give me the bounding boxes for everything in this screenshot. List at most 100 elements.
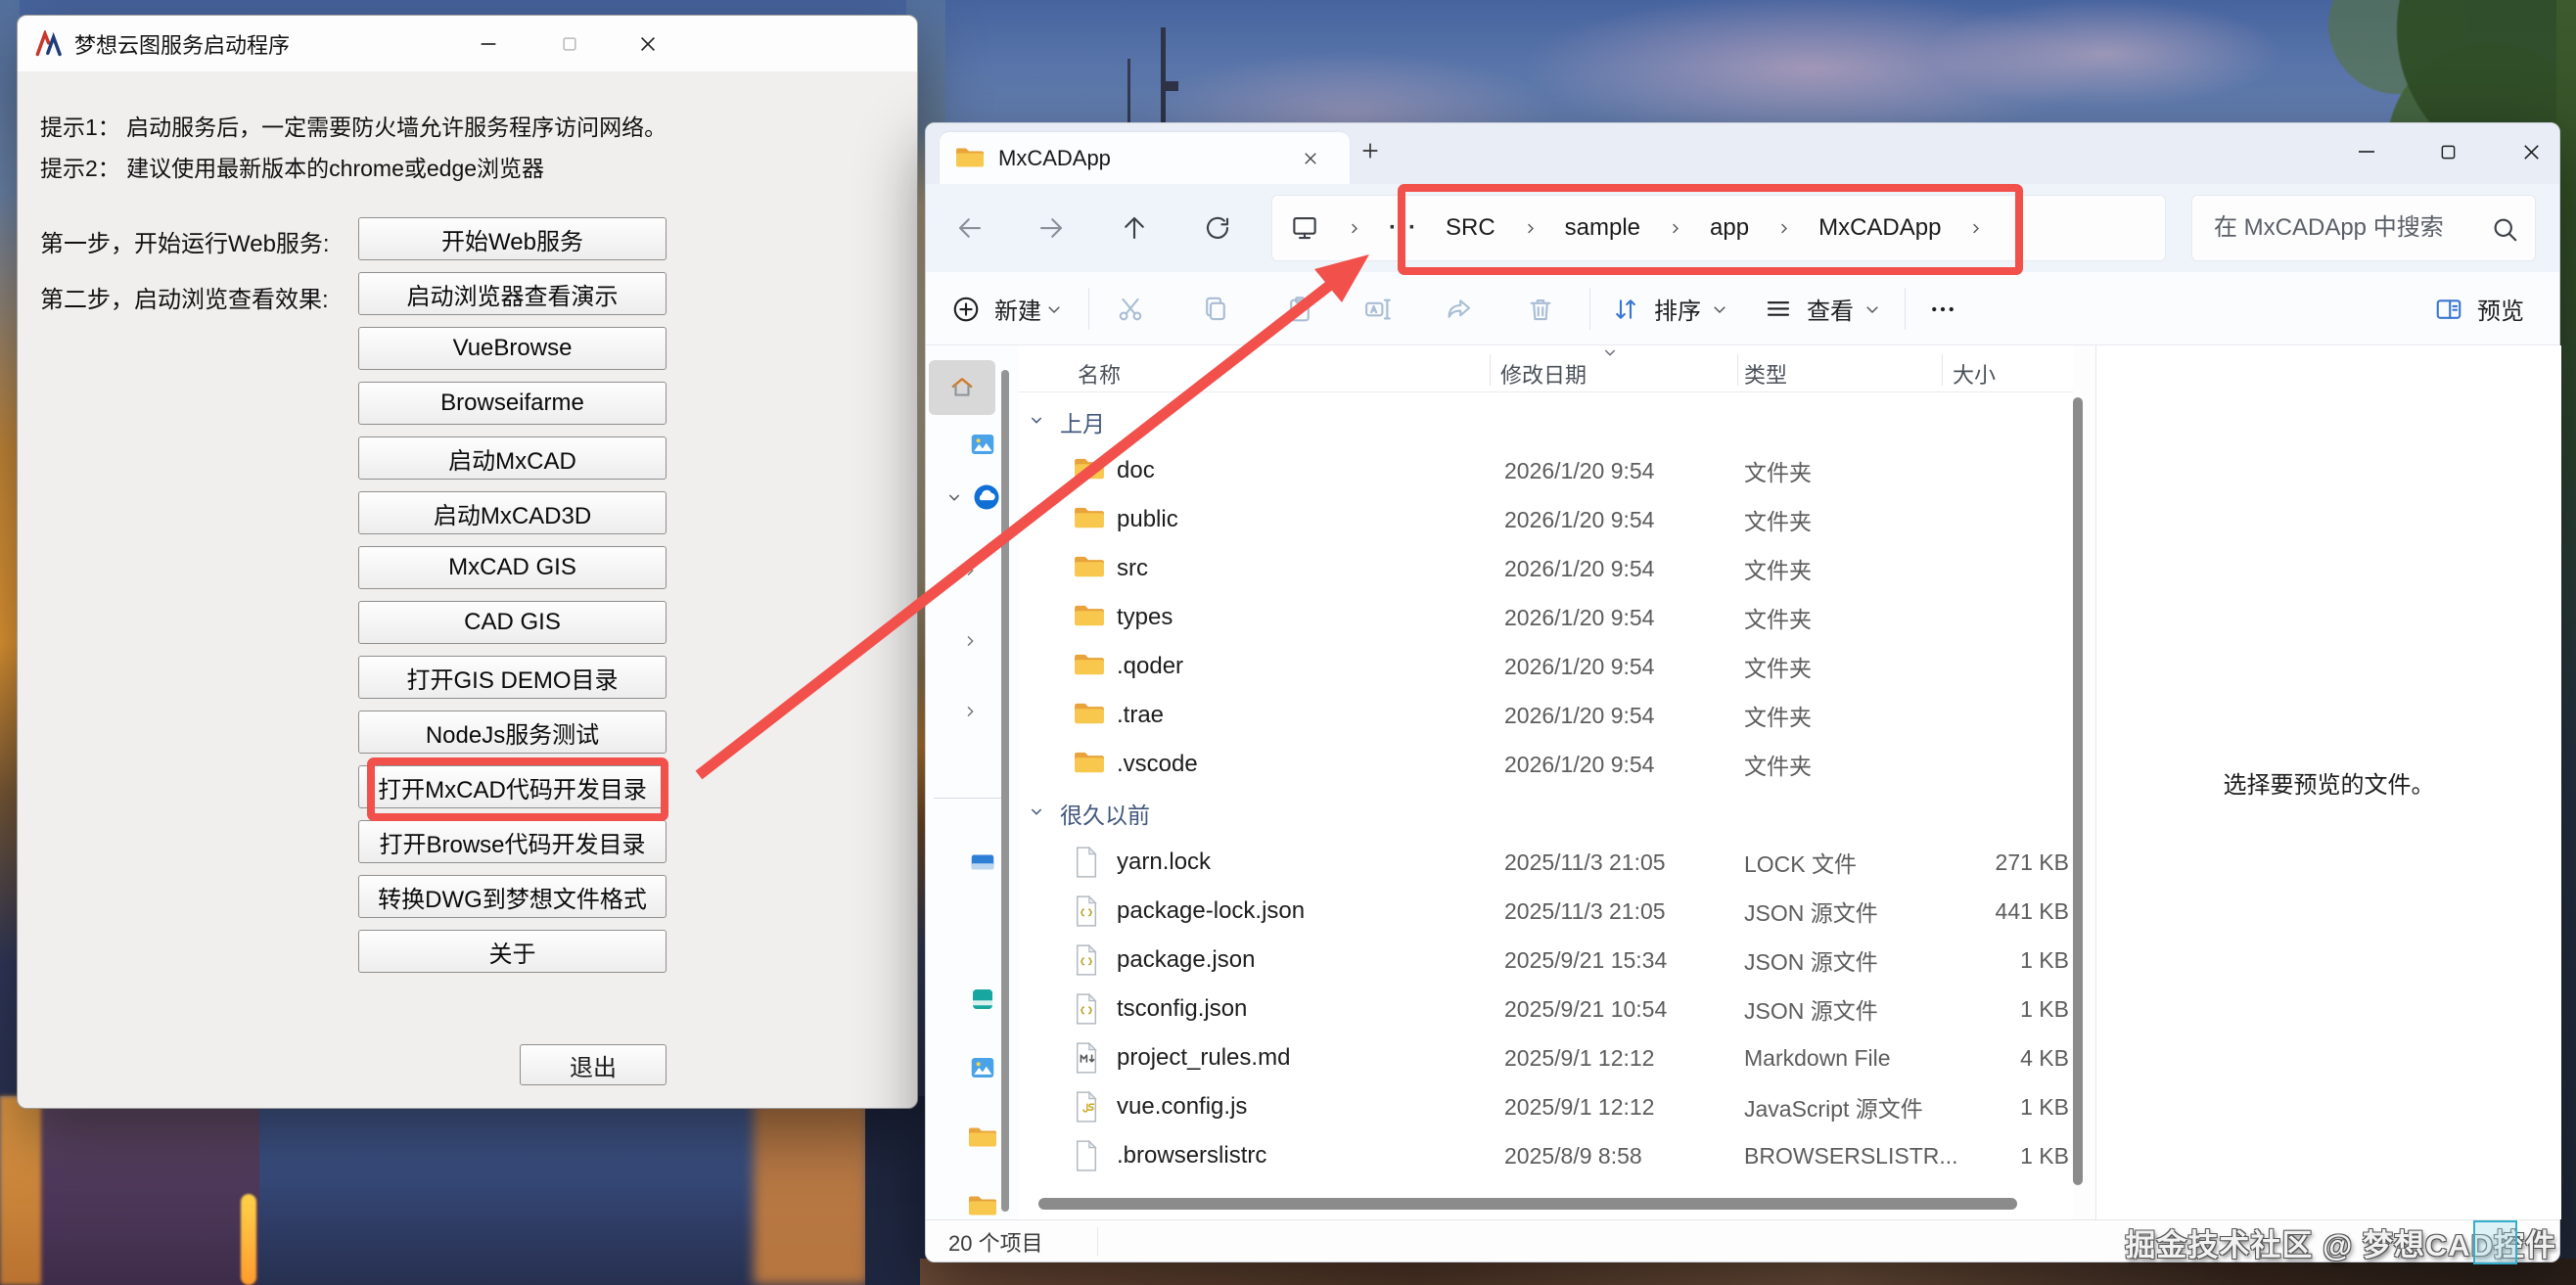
more-options-icon[interactable] [1928, 272, 1957, 345]
launcher-button-7[interactable]: MxCAD GIS [358, 546, 667, 589]
sidebar-item-folder-2[interactable] [967, 1189, 998, 1219]
up-button[interactable] [1112, 206, 1157, 251]
launcher-button-6[interactable]: 启动MxCAD3D [358, 491, 667, 534]
launcher-minimize-button[interactable] [465, 16, 512, 71]
list-horizontal-scrollbar[interactable] [1038, 1198, 2017, 1210]
launcher-button-8[interactable]: CAD GIS [358, 601, 667, 644]
sidebar-scrollbar[interactable] [1001, 370, 1009, 1212]
group-header-row[interactable]: 很久以前 [1019, 789, 2073, 838]
exit-button[interactable]: 退出 [520, 1044, 667, 1085]
sidebar-item-drive-3[interactable] [967, 1052, 998, 1083]
rename-icon[interactable] [1363, 272, 1393, 345]
tree-expand-chevron[interactable] [957, 558, 983, 583]
sort-button[interactable]: 排序 [1654, 272, 1701, 345]
preview-toggle[interactable]: 预览 [2477, 272, 2524, 345]
sidebar-item-home-selected[interactable] [929, 360, 995, 415]
column-header-name[interactable]: 名称 [1078, 358, 1121, 390]
tree-expand-chevron[interactable] [957, 699, 983, 724]
new-button-label[interactable]: 新建 [994, 272, 1041, 345]
file-row-project_rules.md[interactable]: project_rules.md2025/9/1 12:12Markdown F… [1019, 1033, 2073, 1082]
file-row-.browserslistrc[interactable]: .browserslistrc2025/8/9 8:58BROWSERSLIST… [1019, 1131, 2073, 1180]
copy-icon[interactable] [1201, 272, 1230, 345]
file-row-vue.config.js[interactable]: vue.config.js2025/9/1 12:12JavaScript 源文… [1019, 1082, 2073, 1131]
file-row-.qoder[interactable]: .qoder2026/1/20 9:54文件夹 [1019, 642, 2073, 691]
column-header-type[interactable]: 类型 [1744, 358, 1787, 390]
breadcrumb-chevron-icon [1347, 221, 1361, 236]
new-tab-button[interactable] [1353, 135, 1388, 166]
column-divider[interactable] [1942, 354, 1943, 386]
back-button[interactable] [947, 206, 992, 251]
breadcrumb-item-MxCADApp[interactable]: MxCADApp [1818, 214, 1941, 242]
sidebar-item-folder[interactable] [967, 1121, 998, 1152]
column-header-date[interactable]: 修改日期 [1500, 358, 1587, 390]
file-row-tsconfig.json[interactable]: tsconfig.json2025/9/21 10:54JSON 源文件1 KB [1019, 985, 2073, 1033]
launcher-close-button[interactable] [624, 16, 671, 71]
explorer-tab[interactable]: MxCADApp [940, 132, 1350, 184]
file-row-package-lock.json[interactable]: package-lock.json2025/11/3 21:05JSON 源文件… [1019, 887, 2073, 936]
breadcrumb-item-app[interactable]: app [1710, 214, 1749, 242]
sidebar-item-gallery[interactable] [967, 429, 998, 460]
preview-pane-icon[interactable] [2434, 272, 2463, 345]
search-input[interactable] [2212, 196, 2476, 260]
forward-button[interactable] [1029, 206, 1074, 251]
file-row-.vscode[interactable]: .vscode2026/1/20 9:54文件夹 [1019, 740, 2073, 789]
sidebar-item-drive[interactable] [967, 847, 998, 878]
launcher-button-12[interactable]: 打开Browse代码开发目录 [358, 820, 667, 863]
group-collapse-icon[interactable] [1029, 412, 1044, 428]
list-vertical-scrollbar[interactable] [2073, 397, 2083, 1185]
file-row-yarn.lock[interactable]: yarn.lock2025/11/3 21:05LOCK 文件271 KB [1019, 838, 2073, 887]
launcher-button-10[interactable]: NodeJs服务测试 [358, 711, 667, 754]
toolbar-divider [1088, 288, 1089, 330]
group-header-row[interactable]: 上月 [1019, 397, 2073, 446]
column-divider[interactable] [1737, 354, 1738, 386]
explorer-close-button[interactable] [2504, 123, 2558, 180]
file-size [1942, 740, 2069, 789]
explorer-minimize-button[interactable] [2339, 123, 2394, 180]
cut-icon[interactable] [1116, 272, 1145, 345]
new-button[interactable] [951, 272, 981, 345]
launcher-maximize-button[interactable] [546, 16, 593, 71]
column-header-size[interactable]: 大小 [1953, 358, 1996, 390]
launcher-button-3[interactable]: VueBrowse [358, 327, 667, 370]
launcher-button-4[interactable]: Browseifarme [358, 382, 667, 425]
launcher-button-9[interactable]: 打开GIS DEMO目录 [358, 656, 667, 699]
tab-close-icon[interactable] [1294, 143, 1327, 174]
breadcrumb-overflow[interactable]: ··· [1389, 214, 1418, 242]
tree-expand-chevron[interactable] [957, 628, 983, 654]
launcher-button-2[interactable]: 启动浏览器查看演示 [358, 272, 667, 315]
explorer-maximize-button[interactable] [2420, 123, 2475, 180]
launcher-button-14[interactable]: 关于 [358, 930, 667, 973]
address-bar[interactable]: ··· SRC sample app MxCADApp [1271, 195, 2166, 261]
view-button[interactable]: 查看 [1807, 272, 1854, 345]
sort-icon[interactable] [1611, 272, 1640, 345]
delete-icon[interactable] [1526, 272, 1555, 345]
breadcrumb-item-SRC[interactable]: SRC [1446, 214, 1495, 242]
sidebar-item-onedrive[interactable] [971, 482, 1002, 513]
sidebar-item-drive-2[interactable] [967, 984, 998, 1015]
this-pc-icon[interactable] [1290, 213, 1319, 243]
view-icon[interactable] [1764, 272, 1793, 345]
file-row-doc[interactable]: doc2026/1/20 9:54文件夹 [1019, 446, 2073, 495]
paste-icon[interactable] [1285, 272, 1314, 345]
breadcrumb-item-sample[interactable]: sample [1565, 214, 1640, 242]
onedrive-expand-chevron[interactable] [942, 484, 967, 510]
column-divider[interactable] [1490, 354, 1491, 386]
file-row-.trae[interactable]: .trae2026/1/20 9:54文件夹 [1019, 691, 2073, 740]
file-row-types[interactable]: types2026/1/20 9:54文件夹 [1019, 593, 2073, 642]
file-row-public[interactable]: public2026/1/20 9:54文件夹 [1019, 495, 2073, 544]
file-row-package.json[interactable]: package.json2025/9/21 15:34JSON 源文件1 KB [1019, 936, 2073, 985]
share-icon[interactable] [1445, 272, 1474, 345]
search-icon[interactable] [2490, 214, 2519, 244]
view-chevron-icon[interactable] [1863, 272, 1881, 345]
search-box[interactable] [2191, 195, 2536, 261]
group-collapse-icon[interactable] [1029, 803, 1044, 819]
sort-chevron-icon[interactable] [1711, 272, 1728, 345]
launcher-button-11[interactable]: 打开MxCAD代码开发目录 [358, 765, 667, 808]
file-size: 1 KB [1942, 936, 2069, 985]
launcher-button-5[interactable]: 启动MxCAD [358, 436, 667, 480]
launcher-button-13[interactable]: 转换DWG到梦想文件格式 [358, 875, 667, 918]
new-chevron-icon[interactable] [1045, 272, 1063, 345]
launcher-button-1[interactable]: 开始Web服务 [358, 217, 667, 260]
file-row-src[interactable]: src2026/1/20 9:54文件夹 [1019, 544, 2073, 593]
refresh-button[interactable] [1195, 206, 1240, 251]
